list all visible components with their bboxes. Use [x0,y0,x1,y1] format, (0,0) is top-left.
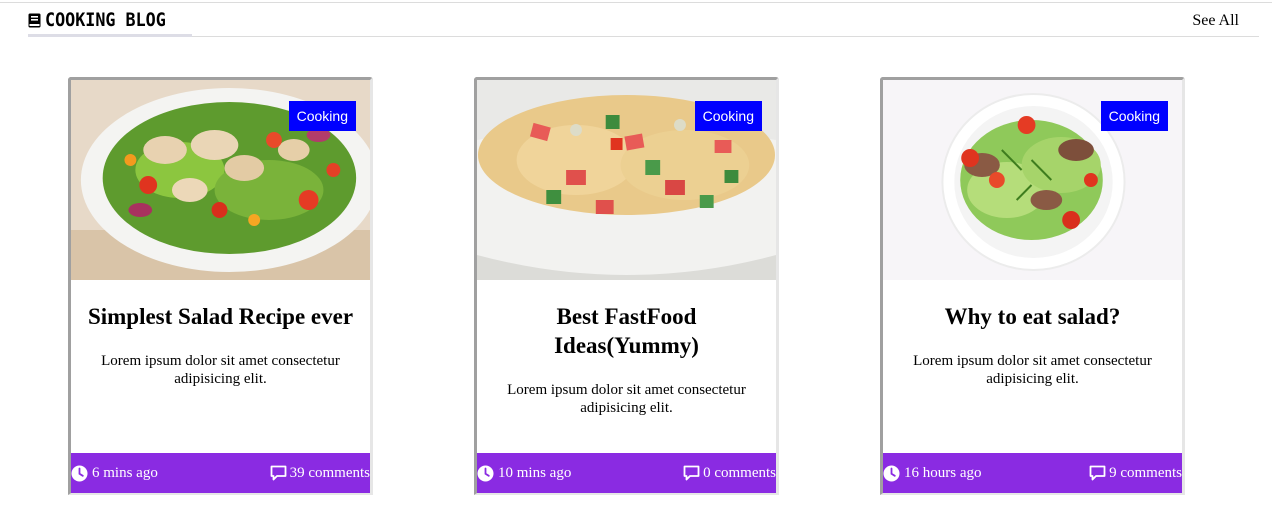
post-time: 6 mins ago [71,465,158,482]
card-image-pasta[interactable]: Cooking [477,80,776,280]
card-body: Best FastFood Ideas(Yummy) Lorem ipsum d… [477,280,776,454]
blog-header: COOKING BLOG See All [28,3,1259,37]
see-all-link[interactable]: See All [1192,12,1239,30]
comment-count[interactable]: 39 comments [270,465,370,482]
tag-badge[interactable]: Cooking [694,101,762,131]
card-image-salad[interactable]: Cooking [71,80,370,280]
brand-title: COOKING BLOG [45,9,166,31]
card-title[interactable]: Simplest Salad Recipe ever [79,302,362,331]
card-body: Simplest Salad Recipe ever Lorem ipsum d… [71,280,370,454]
card-description: Lorem ipsum dolor sit amet consectetur a… [101,353,340,387]
blog-card[interactable]: Cooking Simplest Salad Recipe ever Lorem… [68,77,373,495]
comment-icon [1089,465,1106,481]
card-footer: 16 hours ago 9 comments [883,453,1182,493]
time-text: 16 hours ago [904,464,982,481]
card-footer: 10 mins ago 0 comments [477,453,776,493]
card-footer: 6 mins ago 39 comments [71,453,370,493]
comment-icon [683,465,700,481]
card-description: Lorem ipsum dolor sit amet consectetur a… [507,382,746,416]
clock-icon [883,465,900,482]
card-body: Why to eat salad? Lorem ipsum dolor sit … [883,280,1182,454]
comment-count[interactable]: 9 comments [1089,465,1182,482]
clock-icon [71,465,88,482]
blog-card[interactable]: Cooking Why to eat salad? Lorem ipsum do… [880,77,1185,495]
comment-icon [270,465,287,481]
time-text: 10 mins ago [498,464,572,481]
comment-count[interactable]: 0 comments [683,465,776,482]
card-title[interactable]: Best FastFood Ideas(Yummy) [527,302,727,360]
comments-text: 0 comments [703,464,776,481]
blog-card[interactable]: Cooking Best FastFood Ideas(Yummy) Lorem… [474,77,779,495]
comments-text: 39 comments [289,464,370,481]
tag-badge[interactable]: Cooking [1100,101,1168,131]
tag-badge[interactable]: Cooking [288,101,356,131]
post-time: 10 mins ago [477,465,571,482]
time-text: 6 mins ago [92,464,158,481]
post-time: 16 hours ago [883,465,982,482]
clock-icon [477,465,494,482]
brand[interactable]: COOKING BLOG [28,9,192,37]
card-title[interactable]: Why to eat salad? [891,302,1174,331]
book-icon [28,13,41,28]
comments-text: 9 comments [1109,464,1182,481]
card-image-salad-plate[interactable]: Cooking [883,80,1182,280]
card-description: Lorem ipsum dolor sit amet consectetur a… [913,353,1152,387]
